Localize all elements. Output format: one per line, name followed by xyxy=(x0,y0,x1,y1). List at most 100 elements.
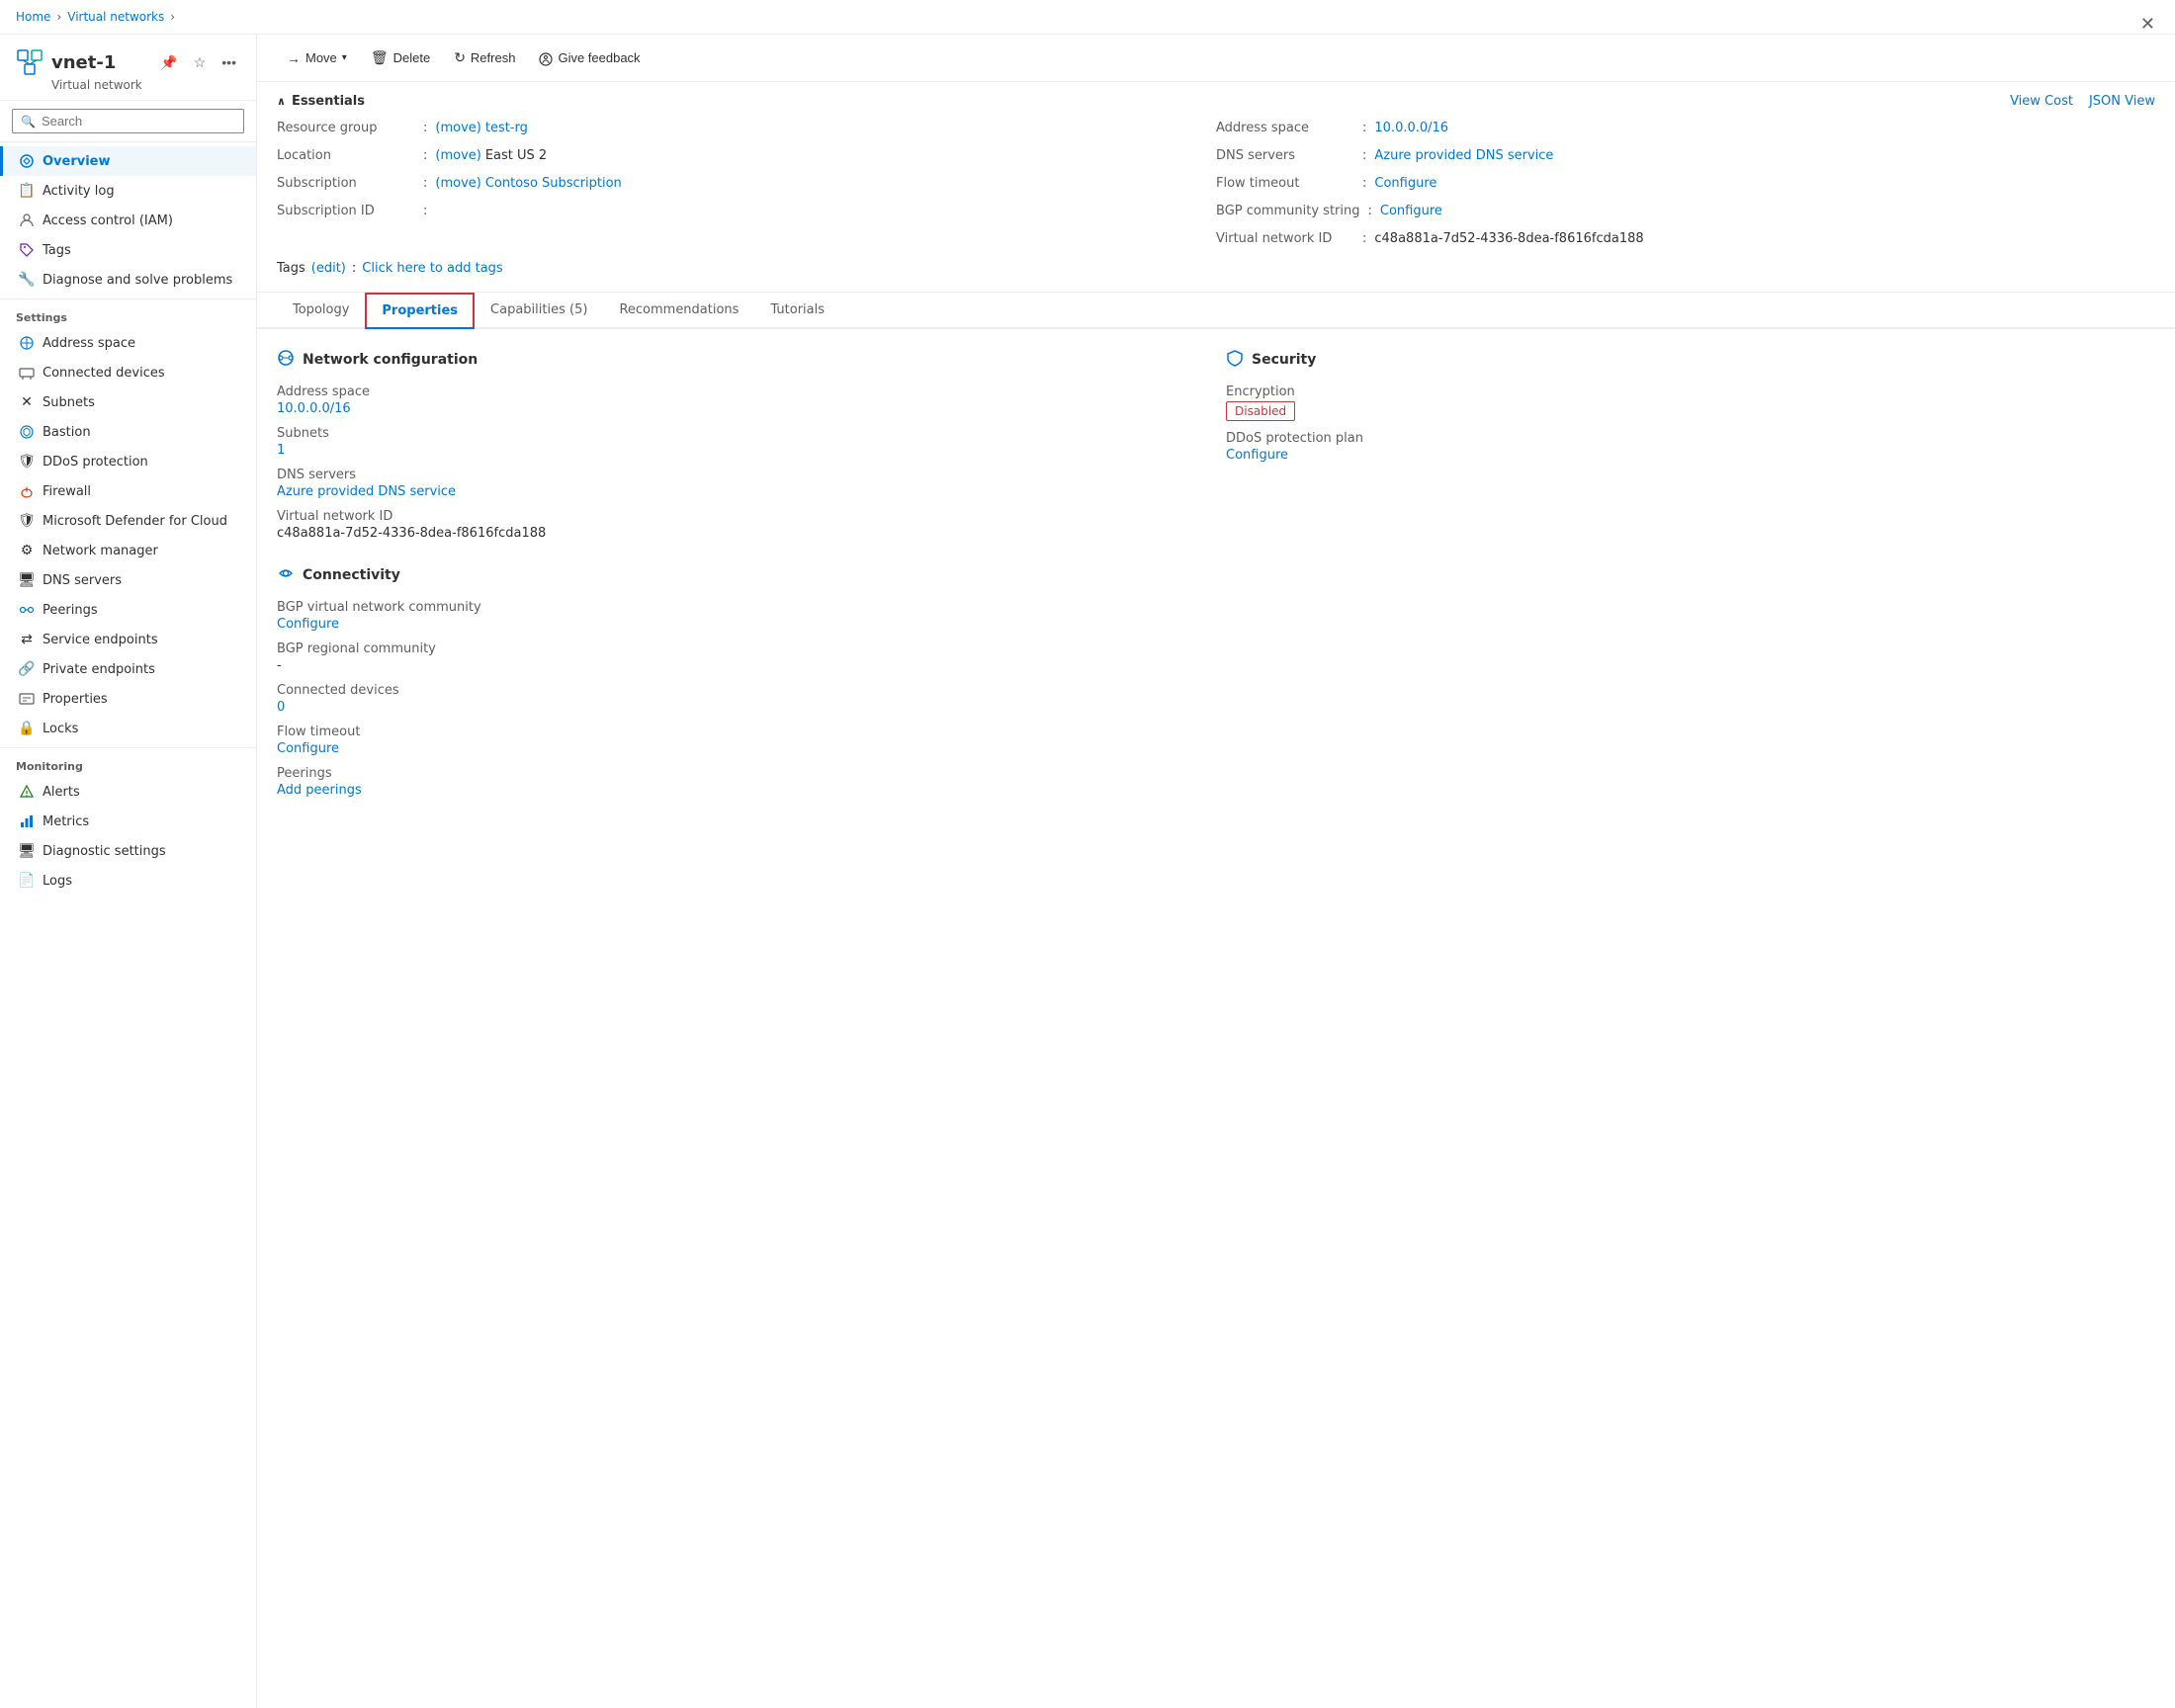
sidebar-item-diagnostic-settings[interactable]: 🖥 Diagnostic settings xyxy=(0,836,256,866)
sidebar-item-ddos[interactable]: 🛡 DDoS protection xyxy=(0,447,256,476)
address-space-value[interactable]: 10.0.0.0/16 xyxy=(1374,121,1448,135)
location-move-link[interactable]: (move) xyxy=(435,148,480,163)
breadcrumb: Home › Virtual networks › xyxy=(0,0,2175,35)
sidebar: vnet-1 📌 ☆ ••• Virtual network 🔍 xyxy=(0,35,257,1708)
tab-capabilities[interactable]: Capabilities (5) xyxy=(475,293,603,329)
sidebar-item-network-manager-label: Network manager xyxy=(43,544,158,558)
search-box[interactable]: 🔍 xyxy=(12,109,244,133)
prop-subnets-value[interactable]: 1 xyxy=(277,443,285,458)
dns-label-ess: DNS servers xyxy=(1216,148,1354,163)
sidebar-item-properties[interactable]: Properties xyxy=(0,684,256,714)
resource-type: Virtual network xyxy=(51,78,240,92)
move-button[interactable]: → Move ▾ xyxy=(277,45,357,71)
sidebar-item-service-endpoints[interactable]: ⇄ Service endpoints xyxy=(0,625,256,654)
search-input[interactable] xyxy=(42,114,235,128)
bgp-value[interactable]: Configure xyxy=(1380,204,1442,218)
delete-button[interactable]: 🗑 Delete xyxy=(361,44,440,71)
sidebar-item-overview[interactable]: Overview xyxy=(0,146,256,176)
sidebar-item-private-endpoints[interactable]: 🔗 Private endpoints xyxy=(0,654,256,684)
sidebar-item-logs[interactable]: 📄 Logs xyxy=(0,866,256,896)
sidebar-item-dns-servers[interactable]: 🖥 DNS servers xyxy=(0,565,256,595)
subscription-move-link[interactable]: (move) xyxy=(435,176,480,191)
prop-flow-timeout-value[interactable]: Configure xyxy=(277,741,339,756)
sidebar-item-access-control[interactable]: Access control (IAM) xyxy=(0,206,256,235)
delete-icon: 🗑 xyxy=(371,49,389,66)
properties-icon xyxy=(19,691,35,707)
network-config-header: Network configuration xyxy=(277,349,1206,371)
sidebar-item-firewall[interactable]: Firewall xyxy=(0,476,256,506)
sidebar-item-peerings[interactable]: Peerings xyxy=(0,595,256,625)
sidebar-item-locks[interactable]: 🔒 Locks xyxy=(0,714,256,743)
prop-encryption: Encryption Disabled xyxy=(1226,384,2155,421)
sidebar-item-private-endpoints-label: Private endpoints xyxy=(43,662,155,677)
essentials-row-subscription-id: Subscription ID : xyxy=(277,204,1216,225)
tab-topology[interactable]: Topology xyxy=(277,293,365,329)
network-config-title: Network configuration xyxy=(303,352,478,368)
sidebar-item-alerts[interactable]: Alerts xyxy=(0,777,256,807)
subscription-value[interactable]: Contoso Subscription xyxy=(485,176,622,191)
essentials-row-rg: Resource group : (move) test-rg xyxy=(277,121,1216,142)
prop-connected-devices-value[interactable]: 0 xyxy=(277,700,285,715)
flow-timeout-value[interactable]: Configure xyxy=(1374,176,1436,191)
sidebar-item-dns-servers-label: DNS servers xyxy=(43,573,122,588)
rg-move-link[interactable]: (move) xyxy=(435,121,480,135)
sidebar-item-tags[interactable]: Tags xyxy=(0,235,256,265)
overview-icon xyxy=(19,153,35,169)
prop-dns-servers-value[interactable]: Azure provided DNS service xyxy=(277,484,456,499)
rg-value[interactable]: test-rg xyxy=(485,121,528,135)
feedback-icon xyxy=(539,49,553,65)
prop-peerings-value[interactable]: Add peerings xyxy=(277,783,362,798)
sidebar-item-diagnose[interactable]: 🔧 Diagnose and solve problems xyxy=(0,265,256,295)
tab-tutorials[interactable]: Tutorials xyxy=(754,293,840,329)
locks-icon: 🔒 xyxy=(19,721,35,736)
move-label: Move xyxy=(305,50,337,65)
refresh-button[interactable]: ↻ Refresh xyxy=(444,44,525,71)
pin-button[interactable]: 📌 xyxy=(156,52,181,73)
essentials-row-bgp: BGP community string : Configure xyxy=(1216,204,2155,225)
sidebar-item-defender[interactable]: 🛡 Microsoft Defender for Cloud xyxy=(0,506,256,536)
json-view-link[interactable]: JSON View xyxy=(2089,94,2155,109)
ddos-icon: 🛡 xyxy=(19,454,35,470)
title-actions: 📌 ☆ ••• xyxy=(156,52,240,73)
sidebar-item-connected-devices[interactable]: Connected devices xyxy=(0,358,256,387)
favorite-button[interactable]: ☆ xyxy=(190,52,211,73)
activity-log-icon: 📋 xyxy=(19,183,35,199)
sidebar-item-metrics[interactable]: Metrics xyxy=(0,807,256,836)
tab-properties[interactable]: Properties xyxy=(365,293,475,329)
network-manager-icon: ⚙ xyxy=(19,543,35,558)
prop-ddos-plan-value[interactable]: Configure xyxy=(1226,448,1288,463)
tags-add-link[interactable]: Click here to add tags xyxy=(362,261,502,276)
sidebar-item-ddos-label: DDoS protection xyxy=(43,455,148,470)
sidebar-item-activity-log[interactable]: 📋 Activity log xyxy=(0,176,256,206)
more-button[interactable]: ••• xyxy=(218,52,240,72)
essentials-right-col: Address space : 10.0.0.0/16 DNS servers … xyxy=(1216,121,2155,253)
feedback-button[interactable]: Give feedback xyxy=(529,44,650,70)
sidebar-item-subnets[interactable]: ✕ Subnets xyxy=(0,387,256,417)
breadcrumb-virtual-networks[interactable]: Virtual networks xyxy=(67,10,164,24)
prop-address-space-value[interactable]: 10.0.0.0/16 xyxy=(277,401,351,416)
rg-label: Resource group xyxy=(277,121,415,135)
tags-edit-link[interactable]: (edit) xyxy=(311,261,346,276)
prop-bgp-community-value[interactable]: Configure xyxy=(277,617,339,632)
refresh-label: Refresh xyxy=(471,50,516,65)
sidebar-item-network-manager[interactable]: ⚙ Network manager xyxy=(0,536,256,565)
sidebar-item-activity-log-label: Activity log xyxy=(43,184,115,199)
move-icon: → xyxy=(287,50,301,66)
view-cost-link[interactable]: View Cost xyxy=(2010,94,2073,109)
essentials-row-vnet-id: Virtual network ID : c48a881a-7d52-4336-… xyxy=(1216,231,2155,253)
essentials-row-dns: DNS servers : Azure provided DNS service xyxy=(1216,148,2155,170)
peerings-icon xyxy=(19,602,35,618)
connectivity-header: Connectivity xyxy=(277,564,1206,586)
breadcrumb-home[interactable]: Home xyxy=(16,10,50,24)
sidebar-item-address-space[interactable]: Address space xyxy=(0,328,256,358)
close-button[interactable]: ✕ xyxy=(2140,14,2155,35)
sidebar-item-diagnostic-settings-label: Diagnostic settings xyxy=(43,844,166,859)
prop-flow-timeout: Flow timeout Configure xyxy=(277,725,1206,756)
prop-ddos-plan-label: DDoS protection plan xyxy=(1226,431,2155,446)
dns-value[interactable]: Azure provided DNS service xyxy=(1374,148,1553,163)
sidebar-item-bastion[interactable]: Bastion xyxy=(0,417,256,447)
properties-content: Network configuration Address space 10.0… xyxy=(257,329,2175,827)
essentials-title[interactable]: ∧ Essentials xyxy=(277,94,365,109)
tab-recommendations[interactable]: Recommendations xyxy=(603,293,754,329)
prop-dns-servers: DNS servers Azure provided DNS service xyxy=(277,468,1206,499)
